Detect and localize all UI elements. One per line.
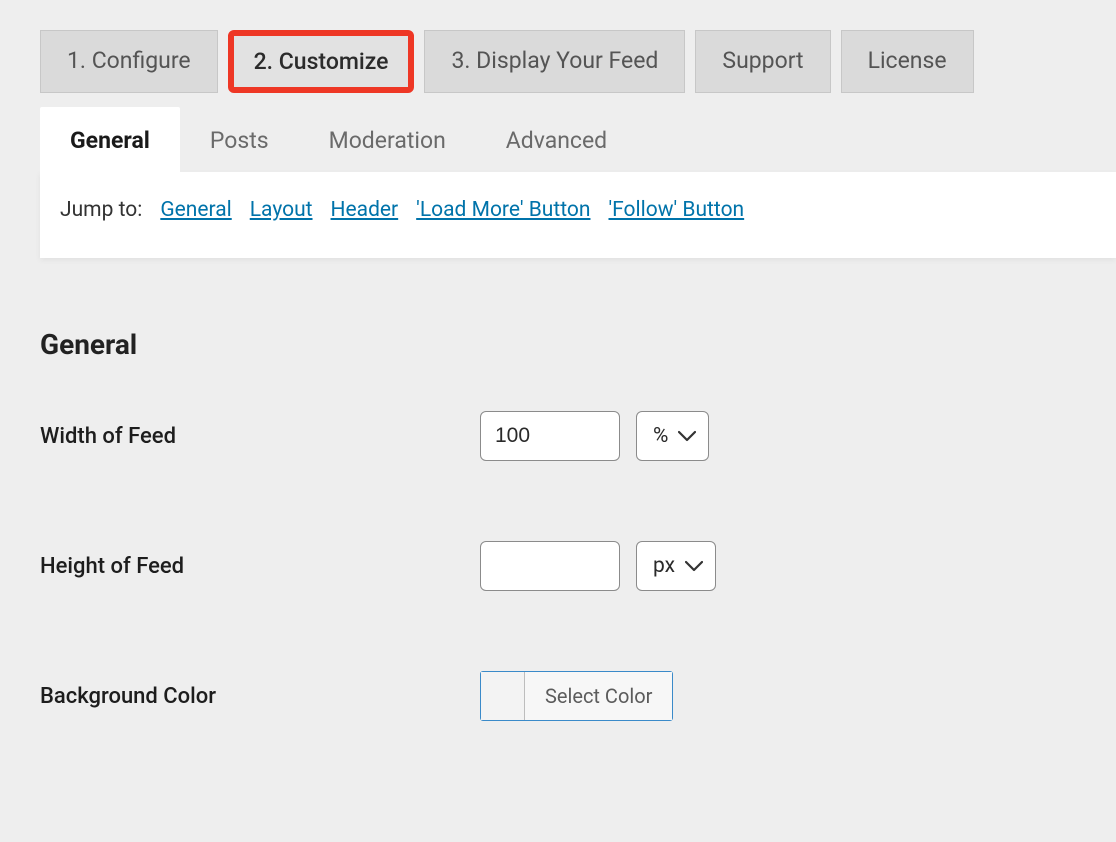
- tab-configure[interactable]: 1. Configure: [40, 30, 218, 93]
- general-section: General Width of Feed % Height of Feed p: [0, 258, 1116, 721]
- subtab-moderation[interactable]: Moderation: [299, 107, 476, 172]
- chevron-down-icon: [685, 560, 703, 572]
- tab-label: 1. Configure: [67, 47, 191, 74]
- width-of-feed-input[interactable]: [480, 411, 620, 461]
- row-width-of-feed: Width of Feed %: [40, 411, 1076, 461]
- jump-to-label: Jump to:: [60, 198, 142, 222]
- tab-label: 2. Customize: [254, 48, 389, 75]
- chevron-down-icon: [678, 430, 696, 442]
- secondary-tabs: General Posts Moderation Advanced: [0, 107, 1116, 172]
- primary-tabs: 1. Configure 2. Customize 3. Display You…: [0, 0, 1116, 93]
- subtab-label: Posts: [210, 127, 269, 154]
- tab-display-feed[interactable]: 3. Display Your Feed: [424, 30, 685, 93]
- subtab-advanced[interactable]: Advanced: [476, 107, 637, 172]
- select-color-button-label: Select Color: [525, 672, 672, 720]
- tab-label: License: [868, 47, 947, 74]
- tab-customize[interactable]: 2. Customize: [228, 30, 415, 93]
- jump-panel: Jump to: General Layout Header 'Load Mor…: [40, 172, 1116, 258]
- subtab-label: Moderation: [329, 127, 446, 154]
- tab-license[interactable]: License: [841, 30, 974, 93]
- height-unit-value: px: [653, 554, 675, 578]
- height-of-feed-label: Height of Feed: [40, 554, 480, 579]
- jump-link-general[interactable]: General: [160, 198, 231, 222]
- subtab-label: General: [70, 127, 150, 154]
- tab-label: 3. Display Your Feed: [451, 47, 658, 74]
- subtab-posts[interactable]: Posts: [180, 107, 299, 172]
- width-unit-value: %: [653, 424, 668, 448]
- background-color-label: Background Color: [40, 684, 480, 709]
- background-color-picker[interactable]: Select Color: [480, 671, 673, 721]
- row-background-color: Background Color Select Color: [40, 671, 1076, 721]
- color-swatch: [481, 672, 525, 720]
- width-unit-select[interactable]: %: [636, 411, 709, 461]
- jump-link-header[interactable]: Header: [331, 198, 399, 222]
- tab-support[interactable]: Support: [695, 30, 830, 93]
- subtab-general[interactable]: General: [40, 107, 180, 172]
- subtab-label: Advanced: [506, 127, 607, 154]
- tab-label: Support: [722, 47, 803, 74]
- jump-link-layout[interactable]: Layout: [250, 198, 313, 222]
- jump-link-load-more[interactable]: 'Load More' Button: [416, 198, 590, 222]
- section-heading: General: [40, 328, 1076, 361]
- width-of-feed-label: Width of Feed: [40, 424, 480, 449]
- jump-link-follow[interactable]: 'Follow' Button: [608, 198, 744, 222]
- height-unit-select[interactable]: px: [636, 541, 716, 591]
- height-of-feed-input[interactable]: [480, 541, 620, 591]
- row-height-of-feed: Height of Feed px: [40, 541, 1076, 591]
